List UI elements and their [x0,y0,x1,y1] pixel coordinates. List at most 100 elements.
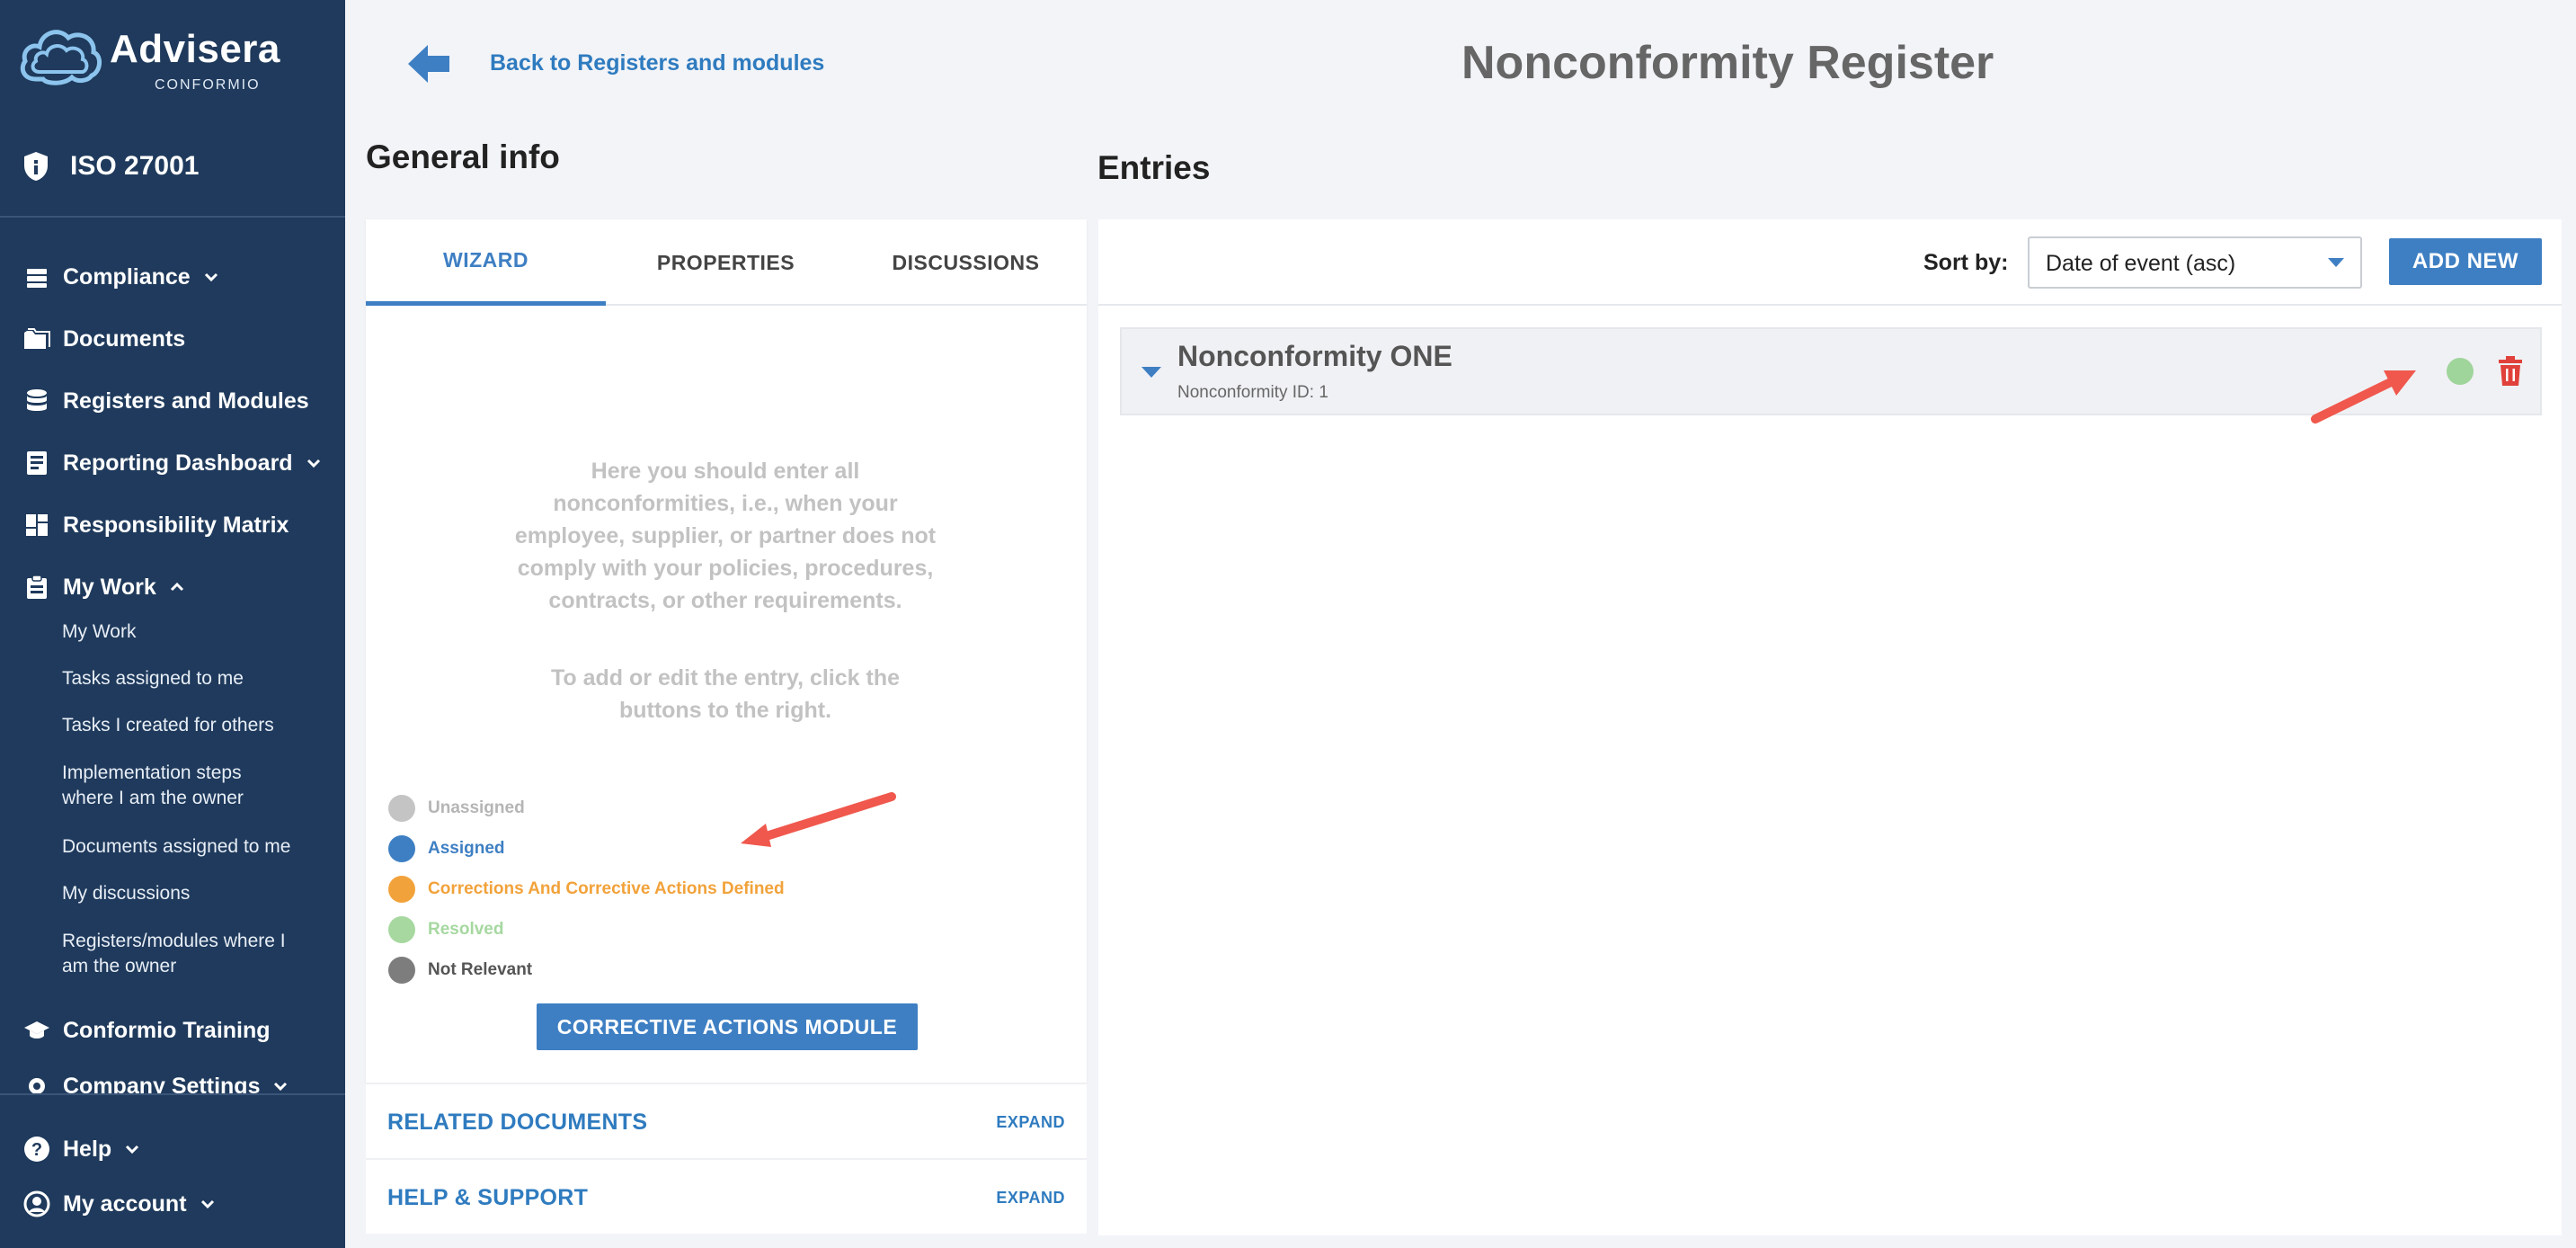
chevron-up-icon [169,579,185,595]
sidebar-item-label: Responsibility Matrix [63,512,289,538]
dashboard-grid-icon [23,512,50,539]
related-documents-accordion[interactable]: RELATED DOCUMENTS EXPAND [366,1083,1087,1158]
sidebar-item-responsibility[interactable]: Responsibility Matrix [23,505,289,545]
svg-text:?: ? [31,1140,42,1160]
back-arrow-icon[interactable] [406,43,451,85]
sidebar-item-label: Documents [63,325,186,352]
help-support-accordion[interactable]: HELP & SUPPORT EXPAND [366,1158,1087,1234]
database-icon [23,388,50,415]
advisera-logo[interactable]: Advisera CONFORMIO [20,23,307,95]
sidebar-item-label: My Work [63,574,156,600]
legend-label: Not Relevant [428,960,533,979]
tab-properties[interactable]: PROPERTIES [606,219,846,306]
entry-title: Nonconformity ONE [1177,340,1452,372]
expand-button[interactable]: EXPAND [996,1113,1065,1132]
sidebar-subitem-tasks-assigned[interactable]: Tasks assigned to me [62,666,323,691]
sort-select[interactable]: Date of event (asc) [2028,236,2362,289]
annotation-arrow-icon [741,792,896,847]
chevron-down-icon [306,455,322,471]
sidebar-item-training[interactable]: Conformio Training [23,1011,271,1050]
project-label: ISO 27001 [70,151,200,181]
add-new-button[interactable]: ADD NEW [2389,238,2542,285]
report-icon [23,450,50,477]
sidebar-item-label: Reporting Dashboard [63,450,293,476]
cloud-logo-icon [20,30,102,85]
sidebar-item-company-settings[interactable]: Company Settings [23,1066,289,1093]
status-resolved-dot[interactable] [2447,358,2474,385]
project-selector[interactable]: ISO 27001 [23,144,199,189]
accordion-title: RELATED DOCUMENTS [387,1110,648,1135]
clipboard-icon [23,574,50,601]
legend-label: Corrections And Corrective Actions Defin… [428,879,785,898]
brand-subtitle: CONFORMIO [155,77,261,93]
sidebar-item-reporting[interactable]: Reporting Dashboard [23,443,322,483]
corrective-actions-button[interactable]: CORRECTIVE ACTIONS MODULE [537,1003,918,1050]
expand-button[interactable]: EXPAND [996,1189,1065,1208]
entries-toolbar: Sort by: Date of event (asc) ADD NEW [1098,219,2562,306]
help-icon: ? [23,1136,50,1163]
user-circle-icon [23,1190,50,1217]
sidebar-item-documents[interactable]: Documents [23,319,185,359]
sidebar-subitem-my-discussions[interactable]: My discussions [62,881,323,906]
brand-name: Advisera [110,27,280,71]
status-dot [388,876,415,903]
sort-value: Date of event (asc) [2046,251,2236,276]
sidebar-subitem-registers-owner[interactable]: Registers/modules where I am the owner [62,929,305,979]
sidebar-item-company-settings-clip: Company Settings [0,1066,345,1093]
legend-item-unassigned: Unassigned [388,795,525,822]
accordion-title: HELP & SUPPORT [387,1185,589,1210]
tab-wizard[interactable]: WIZARD [366,219,606,306]
graduation-cap-icon [23,1017,50,1044]
tab-bar: WIZARD PROPERTIES DISCUSSIONS [366,219,1087,306]
sidebar-item-my-work[interactable]: My Work [23,567,185,607]
wizard-instruction: To add or edit the entry, click the butt… [550,665,901,723]
annotation-arrow-icon [2311,370,2416,423]
sidebar-item-label: My account [63,1190,187,1217]
chevron-down-icon [124,1141,140,1157]
sidebar-item-label: Help [63,1136,112,1162]
legend-item-resolved: Resolved [388,916,503,943]
sort-label: Sort by: [1923,250,2009,275]
legend-item-not-relevant: Not Relevant [388,957,532,984]
wizard-description: Here you should enter all nonconformitie… [514,459,937,613]
sidebar-item-label: Compliance [63,263,191,290]
status-dot [388,916,415,943]
sidebar-item-label: Company Settings [63,1073,261,1094]
general-info-title: General info [366,138,560,175]
sidebar-subitem-tasks-created[interactable]: Tasks I created for others [62,713,323,738]
folder-icon [23,325,50,352]
sidebar-item-help[interactable]: ? Help [23,1129,140,1169]
sidebar-subitem-documents-assigned[interactable]: Documents assigned to me [62,834,323,860]
page-title: Nonconformity Register [1461,37,1994,89]
sidebar-bottom-divider [0,1093,345,1095]
general-info-panel: WIZARD PROPERTIES DISCUSSIONS Here you s… [366,219,1087,1083]
sidebar: Advisera CONFORMIO ISO 27001 Compliance … [0,0,345,1248]
expand-caret-icon[interactable] [1141,367,1161,378]
caret-down-icon [2328,258,2344,267]
legend-item-assigned: Assigned [388,835,505,862]
sidebar-divider [0,216,345,218]
gear-icon [23,1073,50,1093]
trash-icon[interactable] [2497,356,2524,387]
chevron-down-icon [272,1078,289,1093]
entries-title: Entries [1097,149,1211,186]
back-to-registers-link[interactable]: Back to Registers and modules [490,50,824,76]
sidebar-item-label: Conformio Training [63,1017,271,1043]
chevron-down-icon [200,1196,216,1212]
chevron-down-icon [203,269,219,285]
stack-icon [23,263,50,290]
tab-discussions[interactable]: DISCUSSIONS [846,219,1086,306]
sidebar-item-compliance[interactable]: Compliance [23,257,219,297]
legend-label: Assigned [428,839,505,858]
status-dot [388,957,415,984]
legend-label: Unassigned [428,798,525,817]
legend-label: Resolved [428,920,504,939]
sidebar-subitem-my-work[interactable]: My Work [62,620,323,645]
sidebar-item-registers[interactable]: Registers and Modules [23,381,309,421]
sidebar-subitem-implementation-steps[interactable]: Implementation steps where I am the owne… [62,761,278,811]
sidebar-item-account[interactable]: My account [23,1184,216,1224]
shield-icon [24,152,48,181]
legend-item-corrections-defined: Corrections And Corrective Actions Defin… [388,876,785,903]
status-dot [388,835,415,862]
status-dot [388,795,415,822]
